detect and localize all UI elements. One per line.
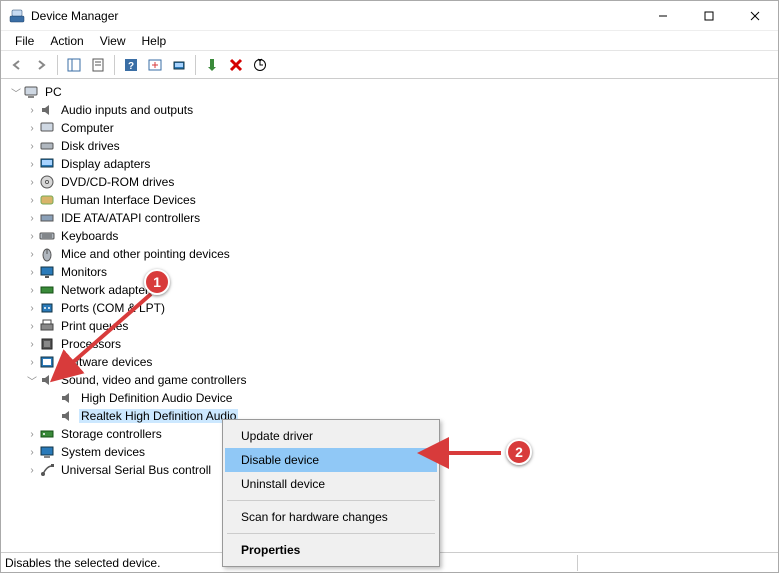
tb-divider [195, 55, 196, 75]
expand-icon[interactable]: › [25, 321, 39, 332]
pc-icon [39, 120, 55, 136]
tb-help[interactable]: ? [120, 54, 142, 76]
tb-show-hide-tree[interactable] [63, 54, 85, 76]
expand-icon[interactable]: › [25, 123, 39, 134]
tree-item-computer[interactable]: ›Computer [1, 119, 778, 137]
ctx-scan-hardware[interactable]: Scan for hardware changes [225, 505, 437, 529]
tree-item-disk-drives[interactable]: ›Disk drives [1, 137, 778, 155]
tree-root-label: PC [43, 85, 64, 99]
storage-icon [39, 426, 55, 442]
expand-icon[interactable]: › [25, 249, 39, 260]
system-icon [39, 444, 55, 460]
port-icon [39, 300, 55, 316]
tree-item-software-devices[interactable]: ›Software devices [1, 353, 778, 371]
ctx-separator [227, 533, 435, 534]
ctx-uninstall-device[interactable]: Uninstall device [225, 472, 437, 496]
annotation-badge-2: 2 [506, 439, 532, 465]
titlebar: Device Manager [1, 1, 778, 31]
tb-action-icon[interactable] [144, 54, 166, 76]
display-icon [39, 156, 55, 172]
ctx-update-driver[interactable]: Update driver [225, 424, 437, 448]
expand-icon[interactable]: › [25, 357, 39, 368]
tree-item-monitors[interactable]: ›Monitors [1, 263, 778, 281]
expand-icon[interactable]: › [25, 447, 39, 458]
keyboard-icon [39, 228, 55, 244]
network-icon [39, 282, 55, 298]
cpu-icon [39, 336, 55, 352]
context-menu: Update driver Disable device Uninstall d… [222, 419, 440, 567]
menu-view[interactable]: View [92, 32, 134, 50]
expand-icon[interactable]: › [25, 429, 39, 440]
tree-item-hid[interactable]: ›Human Interface Devices [1, 191, 778, 209]
expand-icon[interactable]: › [25, 267, 39, 278]
usb-icon [39, 462, 55, 478]
mouse-icon [39, 246, 55, 262]
disk-icon [39, 138, 55, 154]
speaker-icon [39, 102, 55, 118]
collapse-icon[interactable]: ﹀ [9, 85, 23, 100]
device-manager-icon [9, 8, 25, 24]
tree-item-ide[interactable]: ›IDE ATA/ATAPI controllers [1, 209, 778, 227]
tree-item-network[interactable]: ›Network adapters [1, 281, 778, 299]
toolbar: ? [1, 51, 778, 79]
tree-item-keyboards[interactable]: ›Keyboards [1, 227, 778, 245]
expand-icon[interactable]: › [25, 141, 39, 152]
menu-file[interactable]: File [7, 32, 42, 50]
tb-divider [114, 55, 115, 75]
printer-icon [39, 318, 55, 334]
ide-icon [39, 210, 55, 226]
tree-item-ports[interactable]: ›Ports (COM & LPT) [1, 299, 778, 317]
tree-item-dvd[interactable]: ›DVD/CD-ROM drives [1, 173, 778, 191]
expand-icon[interactable]: › [25, 159, 39, 170]
ctx-disable-device[interactable]: Disable device [225, 448, 437, 472]
minimize-button[interactable] [640, 1, 686, 31]
disc-icon [39, 174, 55, 190]
expand-icon[interactable]: › [25, 105, 39, 116]
tree-item-mice[interactable]: ›Mice and other pointing devices [1, 245, 778, 263]
ctx-separator [227, 500, 435, 501]
tree-item-sound-video-game[interactable]: ﹀Sound, video and game controllers [1, 371, 778, 389]
expand-icon[interactable]: › [25, 285, 39, 296]
expand-icon[interactable]: › [25, 177, 39, 188]
tb-enable[interactable] [201, 54, 223, 76]
hid-icon [39, 192, 55, 208]
tb-divider [57, 55, 58, 75]
tree-item-display-adapters[interactable]: ›Display adapters [1, 155, 778, 173]
close-button[interactable] [732, 1, 778, 31]
speaker-icon [59, 390, 75, 406]
ctx-properties[interactable]: Properties [225, 538, 437, 562]
expand-icon[interactable]: › [25, 231, 39, 242]
tree-item-processors[interactable]: ›Processors [1, 335, 778, 353]
status-text: Disables the selected device. [5, 556, 168, 570]
menu-help[interactable]: Help [134, 32, 175, 50]
window-title: Device Manager [31, 9, 640, 23]
expand-icon[interactable]: › [25, 465, 39, 476]
tree-item-hd-audio-device[interactable]: ›High Definition Audio Device [1, 389, 778, 407]
tb-forward[interactable] [30, 54, 52, 76]
tb-back[interactable] [6, 54, 28, 76]
menu-bar: File Action View Help [1, 31, 778, 51]
speaker-icon [59, 408, 75, 424]
maximize-button[interactable] [686, 1, 732, 31]
tree-item-audio-inputs[interactable]: ›Audio inputs and outputs [1, 101, 778, 119]
status-divider [577, 555, 578, 571]
software-icon [39, 354, 55, 370]
tb-uninstall[interactable] [225, 54, 247, 76]
speaker-icon [39, 372, 55, 388]
expand-icon[interactable]: › [25, 213, 39, 224]
tb-scan-hardware[interactable] [168, 54, 190, 76]
annotation-badge-1: 1 [144, 269, 170, 295]
tree-item-print-queues[interactable]: ›Print queues [1, 317, 778, 335]
tb-update-driver[interactable] [249, 54, 271, 76]
expand-icon[interactable]: › [25, 195, 39, 206]
tb-properties-sheet[interactable] [87, 54, 109, 76]
tree-root[interactable]: ﹀ PC [1, 83, 778, 101]
computer-icon [23, 84, 39, 100]
svg-text:?: ? [128, 61, 134, 72]
menu-action[interactable]: Action [42, 32, 91, 50]
monitor-icon [39, 264, 55, 280]
collapse-icon[interactable]: ﹀ [25, 373, 39, 388]
expand-icon[interactable]: › [25, 303, 39, 314]
expand-icon[interactable]: › [25, 339, 39, 350]
